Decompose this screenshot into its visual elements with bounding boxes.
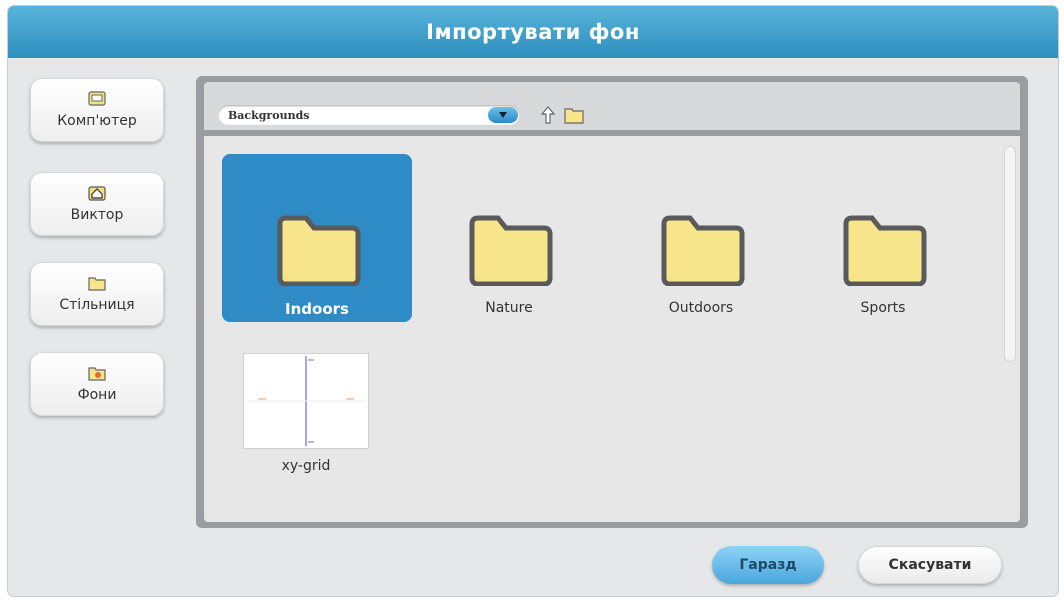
path-toolbar: Backgrounds [204, 82, 1020, 130]
sidebar-item-label: Фони [77, 387, 117, 403]
folder-name: Outdoors [668, 300, 734, 316]
sidebar-item-backgrounds[interactable]: Фони [30, 352, 164, 416]
image-thumbnail[interactable] [244, 354, 368, 448]
folder-icon [88, 277, 106, 291]
import-background-dialog: Імпортувати фон Комп'ютер Виктор Стільни… [8, 6, 1058, 596]
file-grid: Indoors Nature Outdoors Sports xy-grid [204, 136, 1020, 522]
sidebar-item-desktop[interactable]: Стільниця [30, 262, 164, 326]
folder-item[interactable]: Outdoors [606, 154, 796, 322]
dialog-title: Імпортувати фон [8, 6, 1058, 58]
chevron-down-icon[interactable] [488, 107, 518, 123]
new-folder-icon[interactable] [564, 106, 584, 124]
folder-item[interactable]: Sports [788, 154, 978, 322]
sidebar-item-user[interactable]: Виктор [30, 172, 164, 236]
folder-icon [843, 215, 927, 286]
path-dropdown-value: Backgrounds [228, 108, 310, 122]
home-icon [88, 186, 106, 201]
folder-icon [661, 215, 745, 286]
sidebar-item-label: Виктор [70, 207, 124, 223]
backgrounds-icon [88, 367, 106, 381]
file-browser: Backgrounds Indoors Nature Outdoors Spor… [196, 76, 1028, 528]
path-dropdown[interactable]: Backgrounds [218, 105, 520, 125]
sidebar-item-label: Стільниця [59, 297, 135, 313]
folder-icon [469, 215, 553, 286]
computer-icon [88, 91, 106, 106]
folder-up-icon[interactable] [540, 106, 556, 124]
ok-button[interactable]: Гаразд [712, 546, 824, 584]
folder-name: Sports [860, 300, 906, 316]
sidebar-item-label: Комп'ютер [57, 113, 137, 129]
sidebar-item-computer[interactable]: Комп'ютер [30, 78, 164, 142]
vertical-scrollbar[interactable] [1004, 146, 1016, 362]
folder-item[interactable]: Indoors [222, 154, 412, 322]
folder-name: Nature [485, 300, 533, 316]
folder-name: Indoors [285, 300, 349, 318]
folder-icon [277, 215, 361, 286]
image-name: xy-grid [281, 458, 331, 474]
cancel-button[interactable]: Скасувати [858, 546, 1002, 584]
folder-item[interactable]: Nature [414, 154, 604, 322]
xy-grid-preview [244, 354, 368, 448]
